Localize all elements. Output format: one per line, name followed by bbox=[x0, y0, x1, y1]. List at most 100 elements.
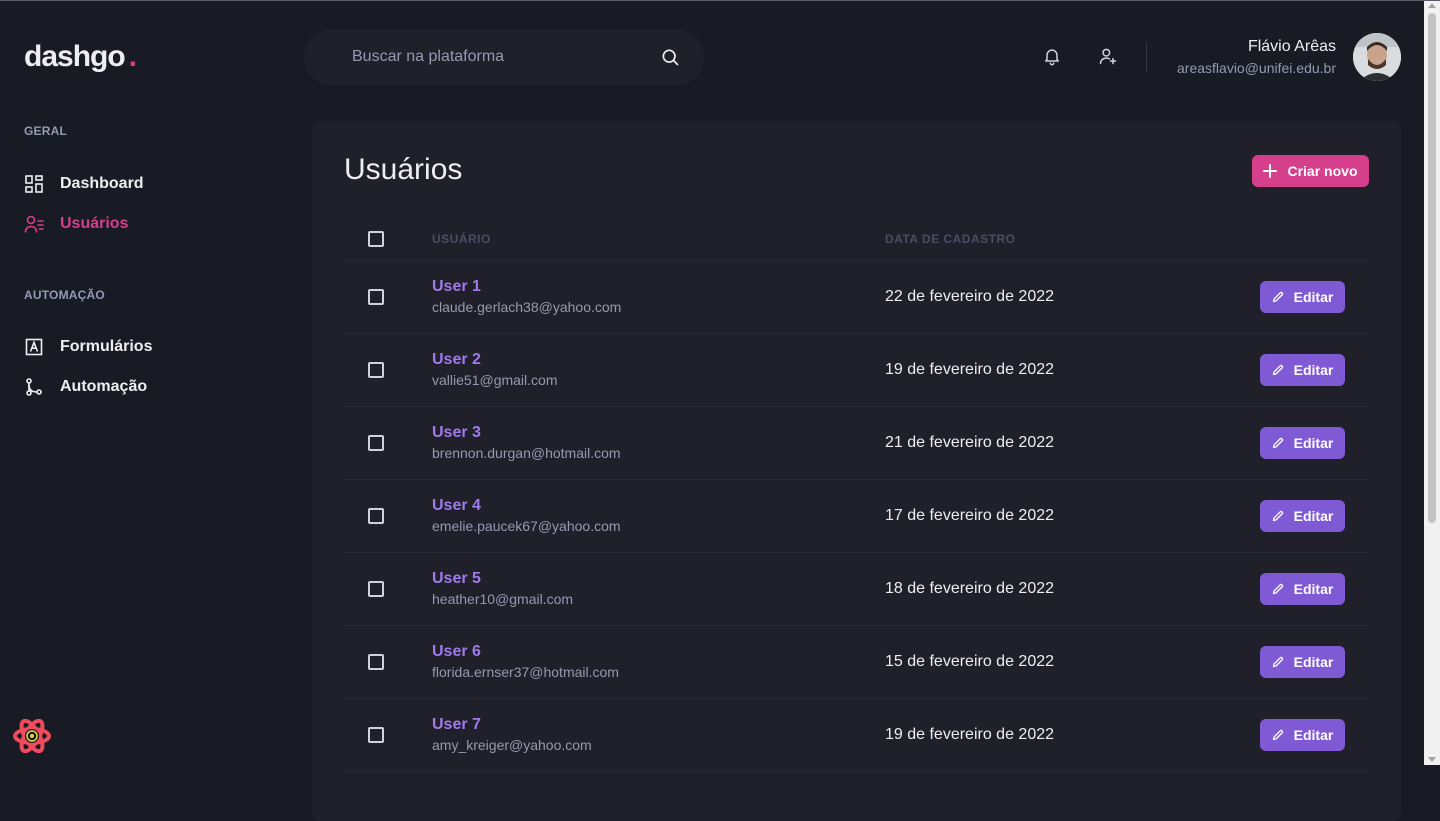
sidebar-item-formularios[interactable]: Formulários bbox=[24, 337, 152, 357]
user-cell: User 7 amy_kreiger@yahoo.com bbox=[432, 715, 885, 755]
app-logo[interactable]: dashgo. bbox=[24, 40, 137, 74]
user-date: 18 de fevereiro de 2022 bbox=[885, 580, 1055, 597]
avatar[interactable] bbox=[1353, 33, 1401, 81]
scroll-up-arrow[interactable] bbox=[1428, 3, 1436, 8]
user-name[interactable]: User 7 bbox=[432, 715, 885, 735]
search-input[interactable] bbox=[352, 48, 660, 66]
user-cell: User 6 florida.ernser37@hotmail.com bbox=[432, 642, 885, 682]
create-new-button[interactable]: Criar novo bbox=[1252, 155, 1369, 187]
pencil-icon bbox=[1272, 437, 1283, 449]
user-email: brennon.durgan@hotmail.com bbox=[432, 445, 621, 461]
profile-name: Flávio Arêas bbox=[1247, 38, 1336, 55]
sidebar-section-automacao: AUTOMAÇÃO bbox=[24, 288, 105, 302]
table-body: User 1 claude.gerlach38@yahoo.com 22 de … bbox=[344, 261, 1368, 772]
column-header-usuario: USUÁRIO bbox=[432, 231, 491, 246]
column-header-data-cadastro: DATA DE CADASTRO bbox=[885, 231, 1016, 246]
table-row: User 6 florida.ernser37@hotmail.com 15 d… bbox=[344, 626, 1368, 699]
edit-button[interactable]: Editar bbox=[1260, 354, 1345, 386]
users-table: USUÁRIO DATA DE CADASTRO User 1 claude.g… bbox=[344, 217, 1368, 772]
edit-button[interactable]: Editar bbox=[1260, 719, 1345, 751]
edit-button[interactable]: Editar bbox=[1260, 646, 1345, 678]
sidebar-item-usuarios[interactable]: Usuários bbox=[24, 214, 128, 234]
table-row: User 7 amy_kreiger@yahoo.com 19 de fever… bbox=[344, 699, 1368, 772]
user-date: 19 de fevereiro de 2022 bbox=[885, 726, 1055, 743]
table-row: User 1 claude.gerlach38@yahoo.com 22 de … bbox=[344, 261, 1368, 334]
user-name[interactable]: User 3 bbox=[432, 423, 885, 443]
edit-label: Editar bbox=[1293, 362, 1334, 378]
sidebar-item-label: Formulários bbox=[60, 338, 153, 355]
page-scrollbar[interactable] bbox=[1424, 1, 1440, 765]
add-user-icon[interactable] bbox=[1096, 44, 1120, 68]
user-email: heather10@gmail.com bbox=[432, 591, 574, 607]
pencil-icon bbox=[1272, 656, 1283, 668]
table-row: User 5 heather10@gmail.com 18 de feverei… bbox=[344, 553, 1368, 626]
user-name[interactable]: User 2 bbox=[432, 350, 885, 370]
edit-label: Editar bbox=[1293, 289, 1334, 305]
user-name[interactable]: User 6 bbox=[432, 642, 885, 662]
row-checkbox[interactable] bbox=[368, 727, 384, 743]
user-name[interactable]: User 4 bbox=[432, 496, 885, 516]
user-date: 19 de fevereiro de 2022 bbox=[885, 361, 1055, 378]
user-date: 17 de fevereiro de 2022 bbox=[885, 507, 1055, 524]
create-new-label: Criar novo bbox=[1287, 163, 1358, 179]
user-cell: User 3 brennon.durgan@hotmail.com bbox=[432, 423, 885, 463]
scroll-down-arrow[interactable] bbox=[1428, 757, 1436, 762]
sidebar-item-label: Usuários bbox=[60, 215, 129, 232]
scroll-thumb[interactable] bbox=[1428, 13, 1436, 523]
profile-email: areasflavio@unifei.edu.br bbox=[1177, 60, 1336, 76]
edit-label: Editar bbox=[1293, 581, 1334, 597]
user-name[interactable]: User 1 bbox=[432, 277, 885, 297]
sidebar-item-dashboard[interactable]: Dashboard bbox=[24, 174, 144, 194]
user-name[interactable]: User 5 bbox=[432, 569, 885, 589]
edit-button[interactable]: Editar bbox=[1260, 281, 1345, 313]
row-checkbox[interactable] bbox=[368, 435, 384, 451]
user-email: florida.ernser37@hotmail.com bbox=[432, 664, 619, 680]
row-checkbox[interactable] bbox=[368, 508, 384, 524]
dashboard-icon bbox=[24, 174, 44, 194]
edit-label: Editar bbox=[1293, 654, 1334, 670]
users-icon bbox=[24, 214, 44, 234]
header-divider bbox=[1146, 42, 1147, 72]
table-row: User 4 emelie.paucek67@yahoo.com 17 de f… bbox=[344, 480, 1368, 553]
edit-button[interactable]: Editar bbox=[1260, 573, 1345, 605]
user-cell: User 4 emelie.paucek67@yahoo.com bbox=[432, 496, 885, 536]
sidebar-item-automacao[interactable]: Automação bbox=[24, 377, 147, 397]
logo-dot: . bbox=[128, 40, 137, 73]
pencil-icon bbox=[1272, 510, 1283, 522]
edit-button[interactable]: Editar bbox=[1260, 427, 1345, 459]
user-email: amy_kreiger@yahoo.com bbox=[432, 737, 592, 753]
row-checkbox[interactable] bbox=[368, 654, 384, 670]
search-icon[interactable] bbox=[660, 47, 680, 67]
user-cell: User 2 vallie51@gmail.com bbox=[432, 350, 885, 390]
pencil-icon bbox=[1272, 729, 1283, 741]
edit-label: Editar bbox=[1293, 435, 1334, 451]
table-row: User 3 brennon.durgan@hotmail.com 21 de … bbox=[344, 407, 1368, 480]
pencil-icon bbox=[1272, 583, 1283, 595]
user-date: 22 de fevereiro de 2022 bbox=[885, 288, 1055, 305]
table-header: USUÁRIO DATA DE CADASTRO bbox=[344, 217, 1368, 261]
row-checkbox[interactable] bbox=[368, 362, 384, 378]
user-email: claude.gerlach38@yahoo.com bbox=[432, 299, 622, 315]
user-email: vallie51@gmail.com bbox=[432, 372, 558, 388]
table-row: User 2 vallie51@gmail.com 19 de fevereir… bbox=[344, 334, 1368, 407]
sidebar-item-label: Dashboard bbox=[60, 175, 144, 192]
sidebar-item-label: Automação bbox=[60, 378, 148, 395]
edit-button[interactable]: Editar bbox=[1260, 500, 1345, 532]
user-cell: User 1 claude.gerlach38@yahoo.com bbox=[432, 277, 885, 317]
react-query-devtools-icon[interactable] bbox=[12, 716, 52, 756]
search-bar[interactable] bbox=[304, 29, 704, 85]
header-actions bbox=[1040, 44, 1120, 68]
logo-text: dashgo bbox=[24, 40, 126, 73]
row-checkbox[interactable] bbox=[368, 289, 384, 305]
git-merge-icon bbox=[24, 377, 44, 397]
users-panel: Usuários Criar novo USUÁRIO DATA DE CADA… bbox=[312, 121, 1401, 821]
profile-info: Flávio Arêas areasflavio@unifei.edu.br bbox=[1177, 37, 1336, 79]
row-checkbox[interactable] bbox=[368, 581, 384, 597]
pencil-icon bbox=[1272, 291, 1283, 303]
select-all-checkbox[interactable] bbox=[368, 230, 384, 247]
bell-icon[interactable] bbox=[1040, 44, 1064, 68]
plus-icon bbox=[1263, 164, 1278, 178]
sidebar-section-geral: GERAL bbox=[24, 124, 67, 138]
user-cell: User 5 heather10@gmail.com bbox=[432, 569, 885, 609]
user-email: emelie.paucek67@yahoo.com bbox=[432, 518, 621, 534]
